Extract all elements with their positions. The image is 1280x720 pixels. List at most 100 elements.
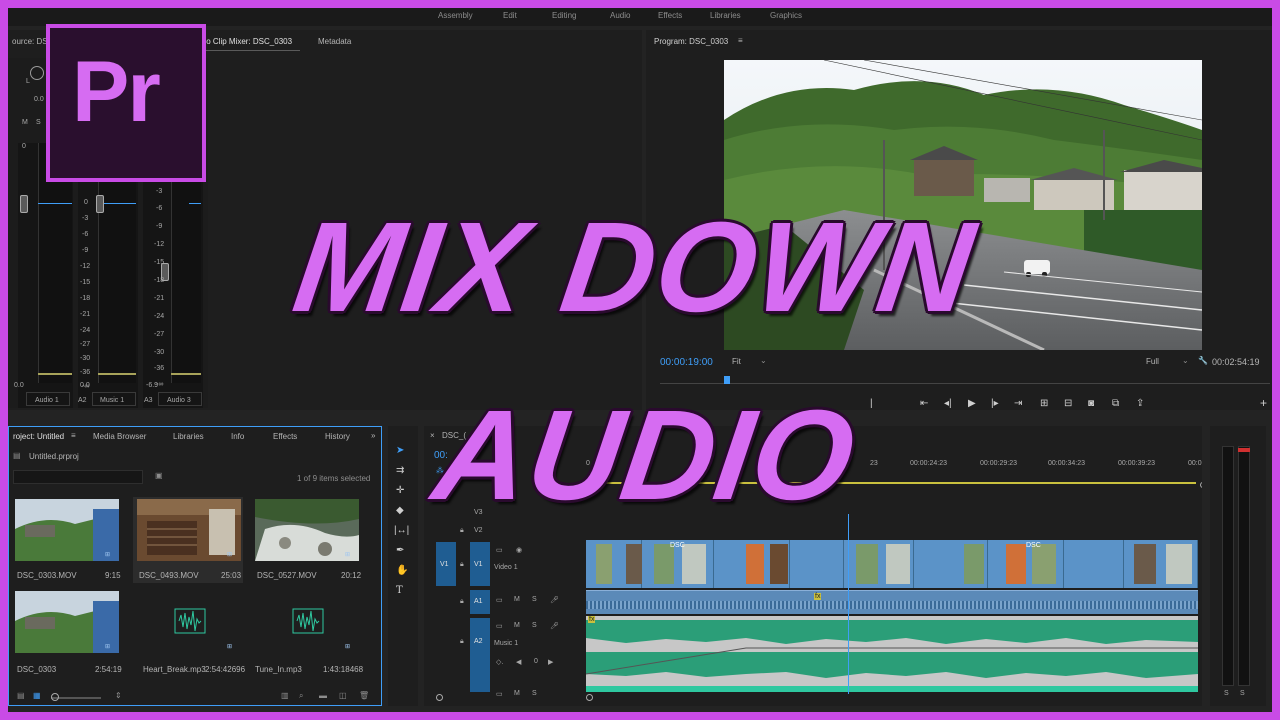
- go-to-out-icon[interactable]: ⇥: [1014, 399, 1022, 409]
- volume-fader[interactable]: [20, 195, 28, 213]
- clip-indicator[interactable]: [1238, 448, 1250, 452]
- video-clip[interactable]: [790, 540, 844, 588]
- workspace-edit[interactable]: Edit: [503, 11, 517, 20]
- eye-icon[interactable]: ◉: [516, 546, 522, 554]
- compare-icon[interactable]: ⧉: [1112, 399, 1119, 409]
- workspace-assembly[interactable]: Assembly: [438, 11, 473, 20]
- prev-keyframe-icon[interactable]: ◀: [516, 658, 521, 666]
- hand-tool-icon[interactable]: ✋: [396, 566, 408, 576]
- a3-solo-button[interactable]: S: [532, 690, 537, 697]
- playhead-marker[interactable]: [724, 376, 730, 384]
- razor-tool-icon[interactable]: ◆: [396, 506, 404, 516]
- quality-select[interactable]: Full: [1146, 357, 1159, 366]
- find-icon[interactable]: ⌕: [299, 691, 303, 701]
- timeline-playhead[interactable]: [848, 514, 849, 694]
- workspace-audio[interactable]: Audio: [610, 11, 630, 20]
- audio-track-a2-clip[interactable]: fx: [585, 616, 1198, 692]
- item-name[interactable]: Heart_Break.mp3: [143, 665, 206, 674]
- export-icon[interactable]: ⇪: [1136, 399, 1144, 409]
- go-to-in-icon[interactable]: ⇤: [920, 399, 928, 409]
- tab-metadata[interactable]: Metadata: [318, 37, 351, 46]
- workspace-editing[interactable]: Editing: [552, 11, 576, 20]
- mic-icon[interactable]: 🎤︎: [550, 596, 559, 604]
- lift-icon[interactable]: ⊞: [1040, 399, 1048, 409]
- zoom-select[interactable]: Fit: [732, 357, 741, 366]
- panel-menu-icon[interactable]: ≡: [738, 36, 743, 45]
- tab-source[interactable]: ource: DS: [12, 37, 48, 46]
- panel-close-icon[interactable]: ×: [430, 431, 435, 440]
- wrench-icon[interactable]: 🔧: [1198, 356, 1208, 365]
- new-bin-search-icon[interactable]: ▣: [155, 471, 163, 480]
- program-timecode[interactable]: 00:00:19:00: [660, 357, 713, 368]
- sync-lock-icon[interactable]: ▭: [496, 546, 503, 554]
- solo-track-button[interactable]: S: [532, 622, 537, 629]
- mute-button[interactable]: M: [22, 119, 28, 126]
- tab-effects[interactable]: Effects: [273, 432, 297, 441]
- ripple-edit-tool-icon[interactable]: ✛: [396, 486, 404, 496]
- workspace-libraries[interactable]: Libraries: [710, 11, 741, 20]
- thumbnail-heart-break-mp3[interactable]: ⊞: [137, 591, 241, 653]
- list-view-icon[interactable]: ▤: [17, 691, 25, 700]
- item-name[interactable]: DSC_0303: [17, 665, 56, 674]
- step-forward-icon[interactable]: |▸: [991, 399, 999, 409]
- solo-track-button[interactable]: S: [532, 596, 537, 603]
- tab-libraries[interactable]: Libraries: [173, 432, 204, 441]
- extract-icon[interactable]: ⊟: [1064, 399, 1072, 409]
- automate-icon[interactable]: ▥: [281, 691, 289, 700]
- a3-sync-lock-icon[interactable]: ▭: [496, 690, 503, 698]
- tab-history[interactable]: History: [325, 432, 350, 441]
- item-name[interactable]: Tune_In.mp3: [255, 665, 302, 674]
- selection-tool-icon[interactable]: ➤: [396, 446, 404, 456]
- panel-menu-icon[interactable]: ≡: [71, 431, 76, 440]
- item-name[interactable]: DSC_0303.MOV: [17, 571, 77, 580]
- mic-icon[interactable]: 🎤︎: [550, 622, 559, 630]
- thumbnail-dsc-0303-mov[interactable]: ⊞: [15, 499, 119, 561]
- thumbnail-dsc-0303-sequence[interactable]: ⊞: [15, 591, 119, 653]
- quality-chevron-icon[interactable]: ⌄: [1182, 356, 1189, 365]
- solo-right-button[interactable]: S: [1240, 690, 1245, 697]
- thumbnail-dsc-0493-mov[interactable]: ⊞: [137, 499, 241, 561]
- type-tool-icon[interactable]: T: [396, 586, 403, 596]
- lock-icon[interactable]: 🔒︎: [460, 638, 464, 646]
- mute-track-button[interactable]: M: [514, 596, 520, 603]
- search-input[interactable]: [13, 470, 143, 484]
- tab-audio-clip-mixer[interactable]: dio Clip Mixer: DSC_0303: [200, 37, 292, 46]
- item-name[interactable]: DSC_0493.MOV: [139, 571, 199, 580]
- sync-lock-icon[interactable]: ▭: [496, 596, 503, 604]
- workspace-graphics[interactable]: Graphics: [770, 11, 802, 20]
- tab-project[interactable]: roject: Untitled: [13, 432, 64, 441]
- next-keyframe-icon[interactable]: ▶: [548, 658, 553, 666]
- pen-tool-icon[interactable]: ✒: [396, 546, 404, 556]
- slip-tool-icon[interactable]: |↔|: [394, 526, 409, 536]
- new-bin-icon[interactable]: ▬: [319, 691, 327, 700]
- lock-icon[interactable]: 🔒︎: [460, 598, 464, 606]
- pan-knob-a1[interactable]: [30, 66, 44, 80]
- track-select-tool-icon[interactable]: ⇉: [396, 466, 404, 476]
- sort-icon[interactable]: ⇕: [115, 691, 122, 700]
- track-target-a2[interactable]: [470, 618, 490, 692]
- mark-in-icon[interactable]: |: [870, 399, 873, 409]
- new-item-icon[interactable]: ◫: [339, 691, 347, 700]
- solo-left-button[interactable]: S: [1224, 690, 1229, 697]
- add-button-icon[interactable]: +: [1260, 397, 1267, 409]
- icon-view-icon[interactable]: ▦: [33, 691, 41, 700]
- timeline-zoom-handle-right[interactable]: [586, 694, 593, 701]
- zoom-chevron-icon[interactable]: ⌄: [760, 356, 767, 365]
- item-name[interactable]: DSC_0527.MOV: [257, 571, 317, 580]
- mute-track-button[interactable]: M: [514, 622, 520, 629]
- zoom-slider-handle[interactable]: [51, 693, 59, 701]
- trash-icon[interactable]: 🗑: [359, 691, 369, 700]
- vertical-scroll-handle[interactable]: [1200, 482, 1202, 488]
- tab-info[interactable]: Info: [231, 432, 244, 441]
- workspace-effects[interactable]: Effects: [658, 11, 682, 20]
- volume-value[interactable]: 0: [534, 658, 538, 665]
- more-panels-icon[interactable]: »: [371, 431, 375, 440]
- thumbnail-tune-in-mp3[interactable]: ⊞: [255, 591, 359, 653]
- timeline-zoom-handle-left[interactable]: [436, 694, 443, 701]
- lock-icon[interactable]: 🔒︎: [460, 561, 464, 569]
- camera-icon[interactable]: ◙: [1088, 399, 1094, 409]
- a3-mute-button[interactable]: M: [514, 690, 520, 697]
- tab-media-browser[interactable]: Media Browser: [93, 432, 146, 441]
- video-clip[interactable]: [1064, 540, 1124, 588]
- keyframe-toggle-icon[interactable]: ◇.: [496, 658, 503, 666]
